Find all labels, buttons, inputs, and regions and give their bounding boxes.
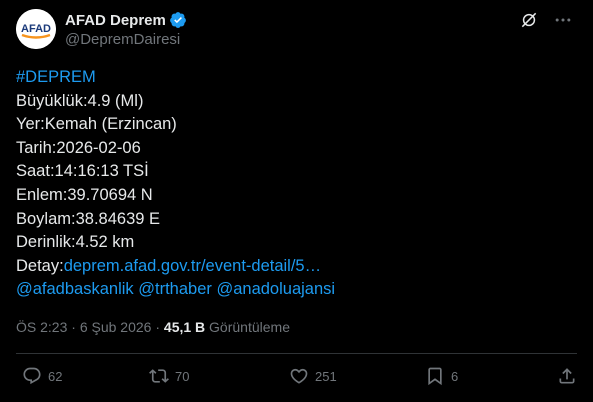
views-label: Görüntüleme xyxy=(209,319,290,335)
tweet-text: #DEPREM Büyüklük:4.9 (Ml) Yer:Kemah (Erz… xyxy=(16,66,335,302)
mention-afadbaskanlik[interactable]: @afadbaskanlik xyxy=(16,280,134,298)
hashtag-link[interactable]: #DEPREM xyxy=(16,68,96,86)
magnitude-line: Büyüklük:4.9 (Ml) xyxy=(16,91,144,110)
heart-icon xyxy=(290,368,308,384)
time-line: Saat:14:16:13 TSİ xyxy=(16,162,149,181)
mention-anadoluajansi[interactable]: @anadoluajansi xyxy=(216,280,335,298)
like-button[interactable]: 251 xyxy=(289,366,337,386)
tweet-date[interactable]: 6 Şub 2026 xyxy=(80,319,152,335)
share-icon xyxy=(559,368,575,384)
location-line: Yer:Kemah (Erzincan) xyxy=(16,115,177,134)
repost-icon xyxy=(149,369,169,383)
date-line: Tarih:2026-02-06 xyxy=(16,138,141,157)
meta-separator: · xyxy=(71,319,76,335)
action-bar: 62 70 251 6 xyxy=(16,366,577,394)
tweet-header: AFAD AFAD Deprem @DepremDairesi xyxy=(16,9,577,51)
avatar[interactable]: AFAD xyxy=(16,9,56,49)
bookmark-icon xyxy=(428,367,442,386)
share-button[interactable] xyxy=(557,366,577,386)
divider xyxy=(16,353,577,354)
verified-badge-icon[interactable] xyxy=(169,11,187,29)
avatar-text: AFAD xyxy=(21,23,51,35)
display-name[interactable]: AFAD Deprem xyxy=(65,12,166,29)
author-handle[interactable]: @DepremDairesi xyxy=(65,31,187,48)
longitude-line: Boylam:38.84639 E xyxy=(16,209,161,228)
detail-label: Detay: xyxy=(16,256,64,275)
more-options-icon[interactable] xyxy=(553,10,573,30)
tweet-meta: ÖS 2:23 · 6 Şub 2026 · 45,1 B Görüntülem… xyxy=(16,319,290,335)
repost-button[interactable]: 70 xyxy=(149,366,189,386)
like-count: 251 xyxy=(315,368,337,384)
reply-button[interactable]: 62 xyxy=(22,366,62,386)
depth-line: Derinlik:4.52 km xyxy=(16,233,135,252)
tweet-time[interactable]: ÖS 2:23 xyxy=(16,319,67,335)
author-names: AFAD Deprem @DepremDairesi xyxy=(65,10,187,48)
detail-link[interactable]: deprem.afad.gov.tr/event-detail/5… xyxy=(64,257,321,275)
bookmark-button[interactable]: 6 xyxy=(425,366,458,386)
repost-count: 70 xyxy=(175,368,190,384)
bookmark-count: 6 xyxy=(451,368,459,384)
meta-separator-2: · xyxy=(155,319,161,335)
reply-icon xyxy=(23,367,41,385)
grok-icon[interactable] xyxy=(519,10,539,30)
afad-logo-icon: AFAD xyxy=(16,9,56,49)
views-count: 45,1 B xyxy=(163,319,206,335)
reply-count: 62 xyxy=(48,368,63,384)
latitude-line: Enlem:39.70694 N xyxy=(16,185,153,204)
mention-trthaber[interactable]: @trthaber xyxy=(138,280,212,298)
